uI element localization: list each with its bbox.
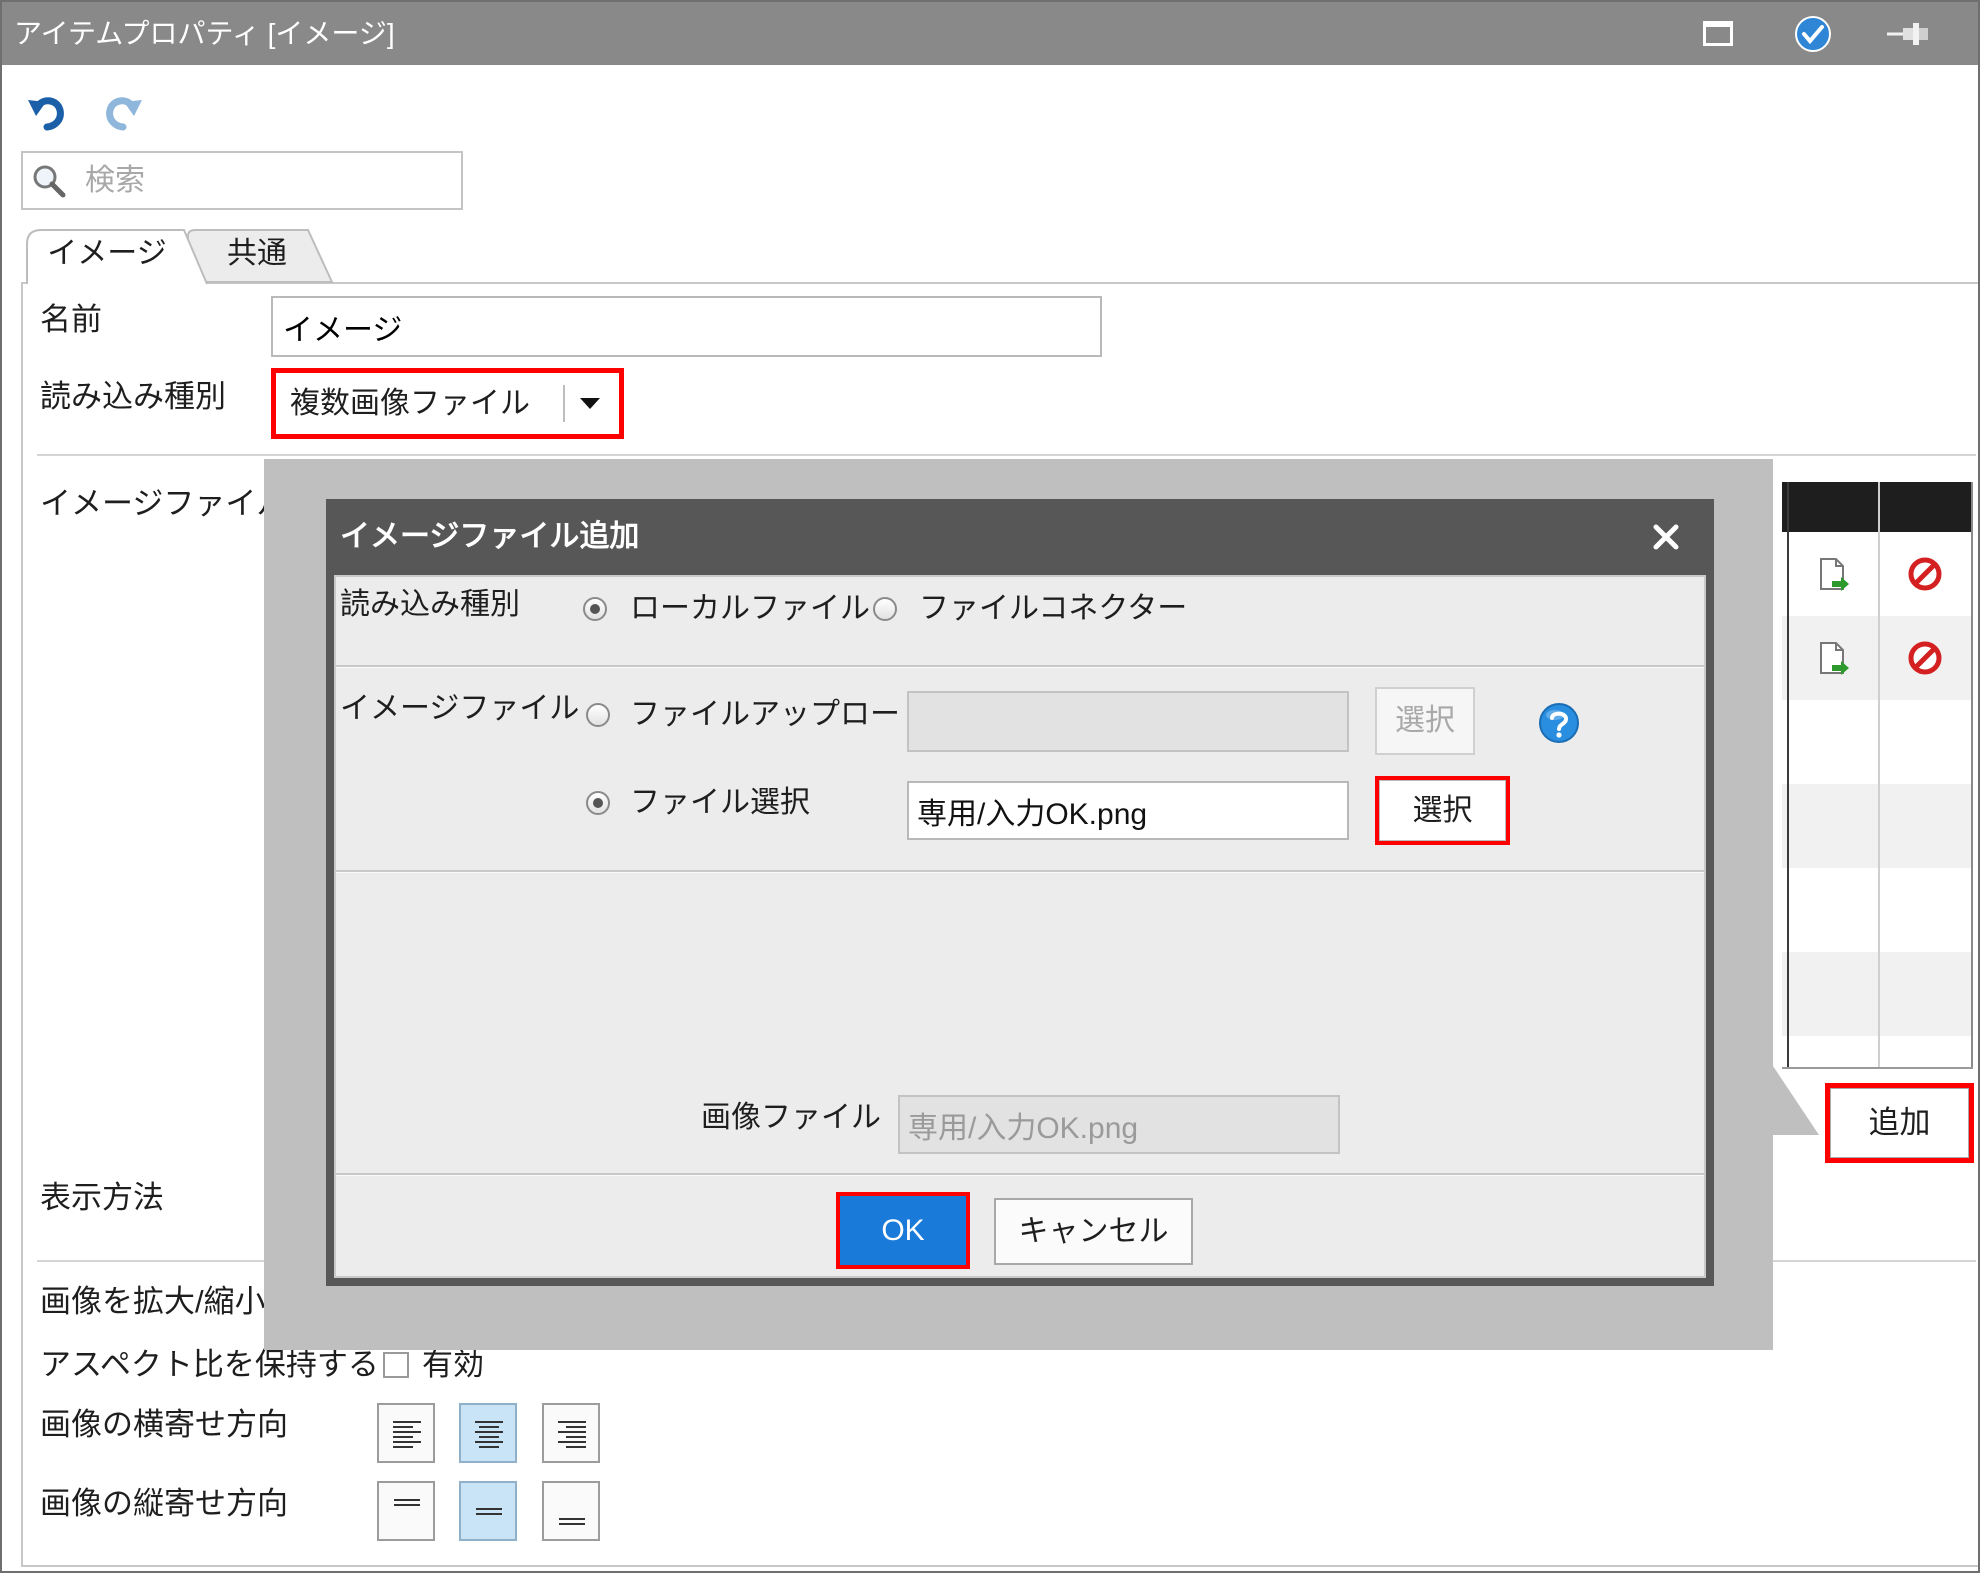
dialog-divider — [336, 870, 1704, 873]
radio-file-connector-label[interactable]: ファイルコネクター — [919, 591, 1187, 627]
cancel-button[interactable]: キャンセル — [994, 1198, 1193, 1265]
item-properties-window: アイテムプロパティ [イメージ] イメージ 共通 名前 読み込み種別 — [0, 0, 1980, 1573]
radio-file-select-label[interactable]: ファイル選択 — [630, 785, 810, 821]
radio-local-file[interactable] — [583, 597, 607, 621]
help-icon[interactable] — [1538, 702, 1580, 749]
dialog-title: イメージファイル追加 — [340, 520, 640, 553]
image-file-field — [898, 1095, 1340, 1154]
dialog-load-type-label: 読み込み種別 — [340, 588, 520, 621]
dialog-divider — [336, 1173, 1704, 1176]
ok-button-label[interactable]: OK — [840, 1196, 966, 1265]
image-file-field-label: 画像ファイル — [701, 1101, 881, 1134]
dialog-body: 読み込み種別 ローカルファイル ファイルコネクター イメージファイル ファイルア… — [334, 575, 1706, 1278]
upload-file-input — [907, 691, 1349, 752]
file-select-button[interactable]: 選択 — [1375, 776, 1510, 845]
dialog-image-file-label: イメージファイル — [340, 692, 580, 725]
radio-file-select[interactable] — [586, 791, 610, 815]
dialog-divider — [336, 665, 1704, 668]
radio-file-connector[interactable] — [873, 597, 897, 621]
ok-button[interactable]: OK — [836, 1192, 970, 1269]
add-image-file-dialog: イメージファイル追加 読み込み種別 ローカルファイル ファイルコネクター イメー… — [326, 499, 1714, 1286]
selected-file-input[interactable] — [907, 781, 1349, 840]
close-icon[interactable] — [1648, 519, 1684, 555]
file-select-button-label[interactable]: 選択 — [1379, 780, 1506, 841]
radio-file-upload-label[interactable]: ファイルアップロード — [630, 697, 930, 733]
radio-file-upload[interactable] — [586, 703, 610, 727]
radio-local-file-label[interactable]: ローカルファイル — [630, 591, 870, 627]
upload-select-button: 選択 — [1375, 687, 1475, 755]
